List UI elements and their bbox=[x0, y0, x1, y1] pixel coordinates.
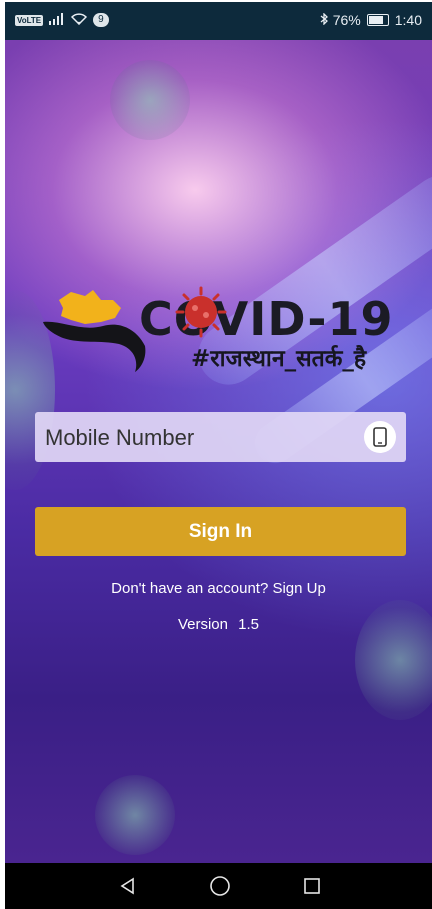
sign-in-button[interactable]: Sign In bbox=[35, 507, 406, 556]
sign-up-link[interactable]: Don't have an account? Sign Up bbox=[5, 580, 432, 597]
covid-logo: COVID-19 #राजस्थान_सतर्क_है bbox=[41, 286, 401, 406]
battery-icon bbox=[366, 14, 389, 26]
back-triangle-icon[interactable] bbox=[115, 874, 141, 898]
version-info: Version 1.5 bbox=[5, 616, 432, 633]
notification-badge: 9 bbox=[93, 13, 109, 27]
rajasthan-hashtag: #राजस्थान_सतर्क_है bbox=[191, 346, 367, 372]
mobile-phone-icon bbox=[364, 421, 396, 453]
status-left: VoLTE 9 bbox=[15, 12, 109, 28]
status-bar: VoLTE 9 76% 1:40 bbox=[5, 2, 432, 40]
mobile-number-field[interactable] bbox=[35, 412, 406, 464]
volte-badge: VoLTE bbox=[15, 14, 44, 26]
signal-icon bbox=[49, 12, 65, 28]
version-label: Version bbox=[177, 616, 228, 633]
version-number: 1.5 bbox=[238, 616, 260, 633]
battery-percent: 76% bbox=[332, 12, 361, 28]
background-virus-icon bbox=[95, 775, 175, 855]
home-circle-icon[interactable] bbox=[207, 874, 233, 898]
clock: 1:40 bbox=[394, 12, 422, 28]
phone-screen: VoLTE 9 76% 1:40 COVID-19 #राजस्थान_सतर्… bbox=[5, 2, 432, 909]
navigation-bar bbox=[5, 863, 432, 909]
status-right: 76% 1:40 bbox=[320, 12, 422, 28]
coronavirus-icon bbox=[175, 286, 227, 338]
wifi-icon bbox=[71, 12, 88, 28]
background-virus-icon bbox=[110, 60, 190, 140]
bluetooth-icon bbox=[320, 12, 329, 28]
rajasthan-hand-logo-icon bbox=[43, 290, 146, 372]
login-screen: COVID-19 #राजस्थान_सतर्क_है Si bbox=[5, 40, 432, 863]
mobile-number-input[interactable] bbox=[43, 412, 357, 464]
recents-square-icon[interactable] bbox=[299, 874, 325, 898]
